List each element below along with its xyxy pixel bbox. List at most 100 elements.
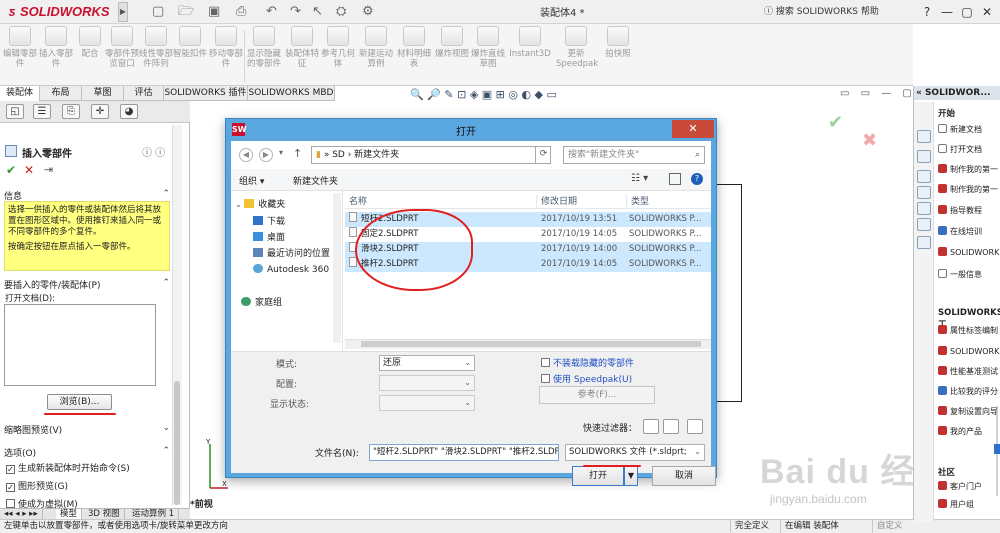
feature-manager-tab-icon[interactable]: ◱ <box>6 104 24 119</box>
take-snapshot-button[interactable]: 拍快照 <box>600 26 636 84</box>
print-icon[interactable]: ⎙ <box>236 3 246 21</box>
tp-general-info[interactable]: 一般信息 <box>938 268 1000 282</box>
browse-button[interactable]: 浏览(B)... <box>47 394 112 410</box>
tp-customer-portal[interactable]: 客户门户 <box>938 480 1000 494</box>
mate-button[interactable]: 配合 <box>72 26 108 84</box>
nav-recent-places[interactable]: 最近访问的位置 <box>253 246 330 262</box>
filename-input[interactable]: "短杆2.SLDPRT" "滑块2.SLDPRT" "推杆2.SLDPRT" <box>369 444 559 461</box>
help-icon[interactable]: ? <box>691 173 703 185</box>
nav-desktop[interactable]: 桌面 <box>253 230 285 246</box>
confirm-corner-ok-icon[interactable]: ✔ <box>828 112 843 133</box>
tp-new-document[interactable]: 新建文档 <box>938 123 1000 137</box>
dimxpert-tab-icon[interactable]: ✛ <box>91 104 109 119</box>
tab-addins[interactable]: SOLIDWORKS 插件 <box>164 86 248 101</box>
move-component-button[interactable]: 移动零部件 <box>208 26 244 84</box>
insert-group-header[interactable]: 要插入的零件/装配体(P) ⌃ <box>4 278 170 291</box>
nav-favorites[interactable]: ⌄ 收藏夹 <box>235 197 285 213</box>
confirm-corner-cancel-icon[interactable]: ✖ <box>862 130 877 151</box>
new-motion-study-button[interactable]: 新建运动算例 <box>358 26 394 84</box>
display-manager-tab-icon[interactable]: ◕ <box>120 104 138 119</box>
tp-online-training[interactable]: 在线培训 <box>938 225 1000 239</box>
heads-up-view-toolbar[interactable]: 🔍 🔎 ✎ ⊡ ◈ ▣ ⊞ ◎ ◐ ◆ ▭ <box>410 88 690 102</box>
tp-tutorials[interactable]: 指导教程 <box>938 204 1000 218</box>
tab-layout[interactable]: 布局 <box>40 86 82 101</box>
forum-tab-icon[interactable] <box>917 236 931 249</box>
tp-benchmark[interactable]: 性能基准测试 <box>938 365 1000 379</box>
maximize-button[interactable]: ▢ <box>958 3 976 21</box>
help-button[interactable]: ? <box>918 3 936 21</box>
show-hidden-button[interactable]: 显示隐藏的零部件 <box>246 26 282 84</box>
mode-select[interactable]: 还原 ⌄ <box>379 355 475 371</box>
tp-compare-score[interactable]: 比较我的评分 <box>938 385 1000 399</box>
tab-sketch[interactable]: 草图 <box>82 86 124 101</box>
breadcrumb-new-folder[interactable]: 新建文件夹 <box>354 150 399 160</box>
organize-menu[interactable]: 组织 ▾ <box>239 174 264 187</box>
tab-mbd[interactable]: SOLIDWORKS MBD <box>248 86 335 101</box>
task-pane-header[interactable]: « SOLIDWOR... <box>914 86 1000 100</box>
new-folder-button[interactable]: 新建文件夹 <box>293 174 338 187</box>
pm-help-icon[interactable]: ⓘ ⓘ <box>142 144 165 159</box>
back-arrow-icon[interactable]: ◀ <box>239 148 253 162</box>
tp-user-groups[interactable]: 用户组 <box>938 498 1000 512</box>
exploded-view-button[interactable]: 爆炸视图 <box>434 26 470 84</box>
address-breadcrumb[interactable]: ▮ » SD › 新建文件夹 <box>311 146 551 164</box>
panel-scrollbar-thumb[interactable] <box>174 381 180 505</box>
linear-pattern-button[interactable]: 线性零部件阵列 <box>138 26 174 84</box>
dialog-close-button[interactable]: ✕ <box>672 120 714 138</box>
open-options-dropdown[interactable]: ▼ <box>624 466 638 486</box>
menu-expand-arrow[interactable]: ▶ <box>118 2 128 22</box>
smart-fasteners-button[interactable]: 智能扣件 <box>172 26 208 84</box>
tp-first-assembly[interactable]: 制作我的第一 <box>938 183 1000 197</box>
open-folder-icon[interactable]: 🗁 <box>178 3 194 21</box>
ok-check-icon[interactable]: ✔ <box>6 163 16 177</box>
document-window-controls[interactable]: ▭ ▭ — ▢ ✕ <box>840 88 931 99</box>
design-library-tab-icon[interactable] <box>917 150 931 163</box>
start-command-checkbox[interactable]: ✓ 生成新装配体时开始命令(S) <box>6 461 130 474</box>
select-arrow-icon[interactable]: ↖ <box>312 3 323 21</box>
task-pane-scroll-slider[interactable] <box>994 406 1000 496</box>
use-speedpak-checkbox[interactable]: 使用 Speedpak(U) <box>541 372 632 385</box>
cancel-button[interactable]: 取消 <box>652 466 716 486</box>
tp-property-tab-builder[interactable]: 属性标签编制 <box>938 324 1000 338</box>
tp-open-document[interactable]: 打开文档 <box>938 143 1000 157</box>
tp-copy-settings[interactable]: 复制设置向导 <box>938 405 1000 419</box>
open-button[interactable]: 打开 <box>572 466 624 486</box>
references-button[interactable]: 参考(F)... <box>539 386 655 404</box>
component-preview-button[interactable]: 零部件预览窗口 <box>104 26 140 84</box>
preview-pane-icon[interactable] <box>669 173 681 185</box>
graphics-preview-checkbox[interactable]: ✓ 图形预览(G) <box>6 479 68 492</box>
resources-tab-icon[interactable] <box>917 130 931 143</box>
rebuild-icon[interactable]: ⛭ <box>336 3 346 21</box>
dialog-title-bar[interactable]: SW 打开 ✕ <box>226 119 716 141</box>
edit-component-button[interactable]: 编辑零部件 <box>2 26 38 84</box>
tp-solidworks[interactable]: SOLIDWORK <box>938 246 1000 260</box>
filetype-select[interactable]: SOLIDWORKS 文件 (*.sldprt; ⌄ <box>565 444 705 461</box>
filter-assemblies-icon[interactable] <box>663 419 679 434</box>
breadcrumb-sd[interactable]: SD <box>332 150 345 160</box>
file-explorer-tab-icon[interactable] <box>917 170 931 183</box>
options-group-header[interactable]: 选项(O) ⌃ <box>4 446 170 459</box>
appearances-tab-icon[interactable] <box>917 202 931 215</box>
refresh-icon[interactable]: ⟳ <box>535 146 551 164</box>
filter-parts-icon[interactable] <box>643 419 659 434</box>
help-search-input[interactable]: ⓘ 搜索 SOLIDWORKS 帮助 <box>764 3 914 21</box>
tab-assembly[interactable]: 装配体 <box>0 86 40 101</box>
tp-first-part[interactable]: 制作我的第一 <box>938 163 1000 177</box>
view-palette-tab-icon[interactable] <box>917 186 931 199</box>
config-manager-tab-icon[interactable]: ⎘ <box>62 104 80 119</box>
instant3d-button[interactable]: Instant3D <box>508 26 552 84</box>
update-speedpak-button[interactable]: 更新Speedpak <box>556 26 598 84</box>
tp-sw-rx[interactable]: SOLIDWORK <box>938 345 1000 359</box>
minimize-button[interactable]: — <box>938 3 956 21</box>
status-units[interactable]: 自定义 <box>872 520 907 533</box>
property-manager-tab-icon[interactable]: ☰ <box>33 104 51 119</box>
column-name[interactable]: 名称 <box>345 195 537 209</box>
recent-dropdown-icon[interactable]: ▾ <box>279 148 283 157</box>
insert-component-button[interactable]: 插入零部件 <box>38 26 74 84</box>
config-select[interactable]: ⌄ <box>379 375 475 391</box>
display-state-select[interactable]: ⌄ <box>379 395 475 411</box>
nav-scrollbar[interactable] <box>333 193 341 343</box>
nav-downloads[interactable]: 下载 <box>253 214 285 230</box>
close-window-button[interactable]: ✕ <box>978 3 996 21</box>
bom-button[interactable]: 材料明细表 <box>396 26 432 84</box>
